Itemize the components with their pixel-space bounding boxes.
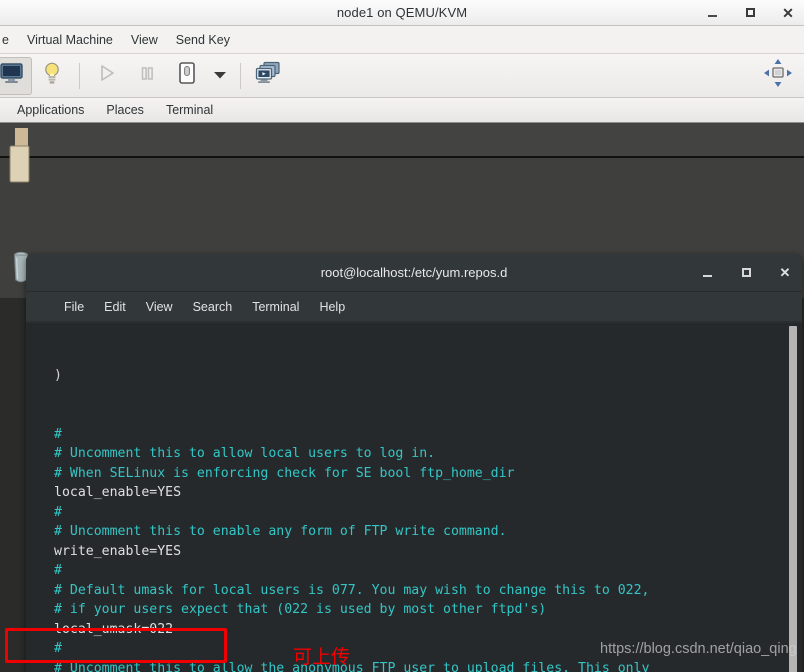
terminal-line: write_enable=YES [54,543,182,559]
menu-item-virtual-machine[interactable]: Virtual Machine [18,30,122,50]
terminal-line: # Default umask for local users is 077. … [54,582,650,598]
gnome-top-panel: Applications Places Terminal [0,98,804,123]
guest-desktop: root@localhost:/etc/yum.repos.d ✕ File E… [0,123,804,672]
annotation-label: 可上传 [293,646,351,668]
terminal-line: # [54,426,62,442]
console-view-icon [0,62,24,89]
details-view-button[interactable] [32,57,72,95]
panel-item-places[interactable]: Places [95,101,155,119]
run-button[interactable] [87,57,127,95]
terminal-maximize-icon[interactable] [739,266,753,280]
snapshots-button[interactable] [248,57,288,95]
toolbar-separator-1 [79,62,80,89]
terminal-line: ) [54,368,62,383]
pause-icon [137,63,157,88]
panel-item-applications[interactable]: Applications [6,101,95,119]
snapshots-icon [255,61,281,90]
terminal-line: # if your users expect that (022 is used… [54,602,547,617]
fullscreen-button[interactable] [758,57,798,95]
terminal-minimize-icon[interactable] [700,266,714,280]
minimize-icon[interactable] [704,5,720,21]
terminal-line: local_umask=022 [54,621,174,637]
terminal-window: root@localhost:/etc/yum.repos.d ✕ File E… [26,254,802,672]
menu-item-file-partial[interactable]: e [0,30,18,50]
panel-item-terminal[interactable]: Terminal [155,101,224,119]
terminal-menu-help[interactable]: Help [309,298,355,316]
terminal-line: # When SELinux is enforcing check for SE… [54,465,515,481]
terminal-close-icon[interactable]: ✕ [778,266,792,280]
toolbar-separator-2 [240,62,241,89]
terminal-line: # Uncomment this to allow local users to… [54,446,436,461]
terminal-text-area[interactable]: ) # # Uncomment this to allow local users… [26,323,802,672]
vm-titlebar: node1 on QEMU/KVM ✕ [0,0,804,26]
terminal-menu-view[interactable]: View [136,298,183,316]
terminal-line: local_enable=YES [54,485,182,500]
toolbar-right-group [758,54,798,97]
terminal-menu-edit[interactable]: Edit [94,298,136,316]
virt-manager-window: node1 on QEMU/KVM ✕ e Virtual Machine Vi… [0,0,804,672]
terminal-window-controls: ✕ [700,254,792,291]
terminal-menu-search[interactable]: Search [183,298,243,316]
terminal-menu-terminal[interactable]: Terminal [242,298,309,316]
fullscreen-icon [763,58,793,93]
shutdown-icon [176,61,198,90]
terminal-line: # [54,504,62,520]
terminal-title: root@localhost:/etc/yum.repos.d [320,265,508,280]
terminal-menubar: File Edit View Search Terminal Help [26,292,802,322]
shutdown-button[interactable] [167,57,207,95]
terminal-scrollbar[interactable] [789,326,797,672]
chevron-down-icon [213,67,227,85]
terminal-line-list: # # Uncomment this to allow local users t… [54,425,802,672]
folder-icon [9,128,31,194]
lightbulb-icon [41,61,63,90]
shutdown-dropdown-button[interactable] [207,57,233,95]
terminal-line: # [54,563,62,578]
menu-item-view[interactable]: View [122,30,167,50]
close-icon[interactable]: ✕ [780,5,796,21]
terminal-line: # [54,641,62,656]
vm-menubar: e Virtual Machine View Send Key [0,26,804,54]
play-icon [97,63,117,88]
terminal-titlebar: root@localhost:/etc/yum.repos.d ✕ [26,254,802,292]
terminal-line: # Uncomment this to enable any form of F… [54,524,507,539]
pause-button[interactable] [127,57,167,95]
vm-window-controls: ✕ [704,0,796,25]
terminal-menu-file[interactable]: File [54,298,94,316]
terminal-line: # Uncomment this to allow the anonymous … [54,660,650,672]
console-view-button[interactable] [0,56,32,95]
vm-window-title: node1 on QEMU/KVM [336,5,468,20]
terminal-scrollbar-thumb[interactable] [789,326,797,672]
maximize-icon[interactable] [742,5,758,21]
vm-toolbar [0,54,804,98]
desktop-band-top [0,123,804,156]
menu-item-send-key[interactable]: Send Key [167,30,239,50]
desktop-icon-folder[interactable] [9,128,31,195]
